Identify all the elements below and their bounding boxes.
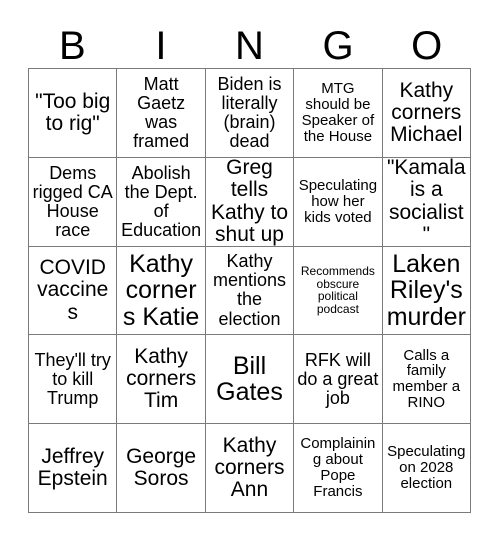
bingo-cell-r4c3[interactable]: Bill Gates: [205, 335, 295, 425]
bingo-cell-r5c4[interactable]: Complaining about Pope Francis: [294, 424, 383, 513]
bingo-cell-label: Kathy mentions the election: [212, 251, 287, 329]
bingo-cell-r1c2[interactable]: Matt Gaetz was framed: [117, 69, 206, 158]
bingo-cell-label: Matt Gaetz was framed: [133, 73, 190, 151]
bingo-cell-label: George Soros: [126, 444, 197, 491]
bingo-cell-label: Complaining about Pope Francis: [300, 435, 376, 500]
bingo-cell-label: Speculating on 2028 election: [387, 443, 466, 493]
bingo-cell-r1c5[interactable]: Kathy corners Michael: [382, 69, 471, 158]
bingo-cell-label: Bill Gates: [216, 351, 283, 407]
bingo-cell-label: Abolish the Dept. of Education: [121, 162, 202, 240]
bingo-cell-r5c3[interactable]: Kathy corners Ann: [205, 424, 295, 513]
bingo-cell-label: Biden is literally (brain) dead: [217, 73, 282, 151]
bingo-cell-r3c4[interactable]: Recommends obscure political podcast: [294, 246, 383, 336]
bingo-cell-r5c5[interactable]: Speculating on 2028 election: [382, 424, 471, 513]
bingo-cell-label: Jeffrey Epstein: [37, 444, 108, 491]
bingo-cell-label: Kathy corners Michael: [390, 78, 463, 147]
bingo-cell-label: "Kamala is a socialist": [386, 157, 466, 246]
bingo-cell-r2c3[interactable]: Greg tells Kathy to shut up: [205, 157, 295, 247]
bingo-cell-r5c2[interactable]: George Soros: [117, 424, 206, 513]
bingo-header: B I N G O: [28, 14, 471, 68]
bingo-cell-r4c1[interactable]: They'll try to kill Trump: [29, 335, 118, 425]
bingo-header-letter-i: I: [155, 24, 167, 68]
bingo-cell-label: Kathy corners Ann: [214, 433, 285, 502]
bingo-cell-r2c1[interactable]: Dems rigged CA House race: [29, 157, 118, 247]
bingo-cell-label: Speculating how her kids voted: [298, 176, 378, 226]
bingo-header-letter-g: G: [322, 24, 354, 68]
bingo-grid: "Too big to rig" Matt Gaetz was framed Bid…: [28, 68, 471, 513]
bingo-cell-r3c1[interactable]: COVID vaccines: [29, 246, 118, 336]
bingo-cell-r4c5[interactable]: Calls a family member a RINO: [382, 335, 471, 425]
bingo-cell-r5c1[interactable]: Jeffrey Epstein: [29, 424, 118, 513]
bingo-cell-r3c3[interactable]: Kathy mentions the election: [205, 246, 295, 336]
bingo-cell-label: Kathy corners Tim: [126, 344, 197, 413]
bingo-cell-label: Dems rigged CA House race: [32, 162, 113, 240]
bingo-cell-r1c1[interactable]: "Too big to rig": [29, 69, 118, 158]
bingo-cell-label: "Too big to rig": [35, 89, 111, 135]
bingo-cell-r3c5[interactable]: Laken Riley's murder: [382, 246, 471, 336]
bingo-cell-label: RFK will do a great job: [297, 349, 379, 408]
bingo-cell-label: Recommends obscure political podcast: [300, 264, 375, 317]
bingo-cell-r4c4[interactable]: RFK will do a great job: [294, 335, 383, 425]
bingo-cell-r2c4[interactable]: Speculating how her kids voted: [294, 157, 383, 247]
bingo-cell-label: MTG should be Speaker of the House: [301, 80, 375, 145]
bingo-cell-label: Kathy corners Katie: [122, 249, 200, 331]
bingo-cell-label: Calls a family member a RINO: [392, 346, 461, 412]
bingo-cell-r1c3[interactable]: Biden is literally (brain) dead: [205, 69, 295, 158]
bingo-cell-label: COVID vaccines: [37, 256, 109, 324]
bingo-cell-r4c2[interactable]: Kathy corners Tim: [117, 335, 206, 425]
bingo-header-letter-b: B: [58, 24, 86, 68]
bingo-header-letter-o: O: [411, 24, 443, 68]
bingo-cell-label: Laken Riley's murder: [386, 249, 466, 331]
bingo-cell-r2c5[interactable]: "Kamala is a socialist": [382, 157, 471, 247]
bingo-cell-r3c2[interactable]: Kathy corners Katie: [117, 246, 206, 336]
bingo-cell-label: They'll try to kill Trump: [34, 349, 111, 408]
bingo-cell-r1c4[interactable]: MTG should be Speaker of the House: [294, 69, 383, 158]
bingo-card: B I N G O "Too big to rig" Matt Gaetz was…: [0, 0, 500, 544]
bingo-header-letter-n: N: [235, 24, 264, 68]
bingo-cell-r2c2[interactable]: Abolish the Dept. of Education: [117, 157, 206, 247]
bingo-cell-label: Greg tells Kathy to shut up: [210, 157, 289, 246]
